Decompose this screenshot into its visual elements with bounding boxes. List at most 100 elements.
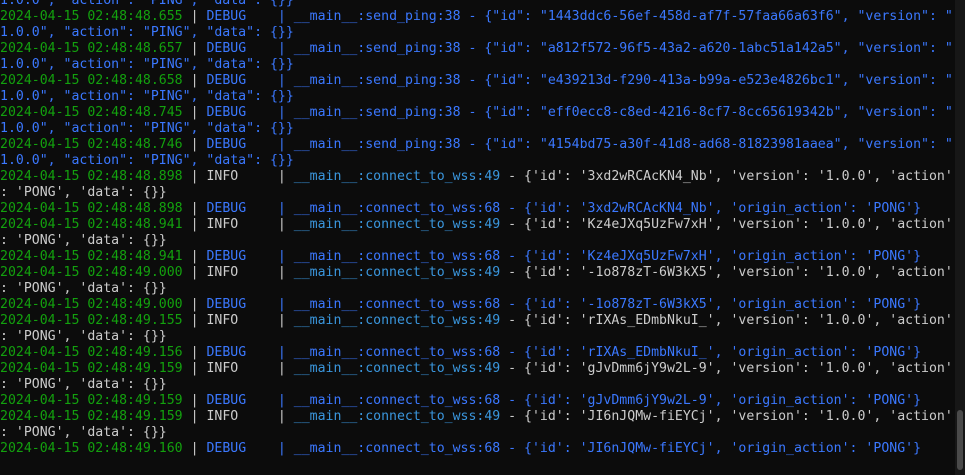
log-segment: 2024-04-15 02:48:49.160: [0, 441, 183, 456]
log-segment: 2024-04-15 02:48:48.658: [0, 73, 183, 88]
log-segment: - {'id': '-1o878zT-6W3kX5', 'version': '…: [500, 265, 953, 280]
log-segment: |: [182, 201, 207, 216]
log-segment: 2024-04-15 02:48:48.655: [0, 9, 183, 24]
log-line: 1.0.0", "action": "PING", "data": {}}: [0, 25, 955, 41]
log-segment: |: [182, 41, 207, 56]
log-segment: 2024-04-15 02:48:48.745: [0, 105, 183, 120]
log-segment: 2024-04-15 02:48:48.657: [0, 41, 183, 56]
log-segment: |: [182, 73, 207, 88]
log-segment: | INFO |: [182, 217, 294, 232]
log-segment: __main__:connect_to_wss:49: [293, 313, 501, 328]
log-segment: DEBUG | __main__:send_ping:38 - {"id": "…: [206, 73, 953, 88]
log-segment: 2024-04-15 02:48:48.898: [0, 201, 183, 216]
log-segment: 1.0.0", "action": "PING", "data": {}}: [0, 57, 294, 72]
log-segment: DEBUG | __main__:connect_to_wss:68 - {'i…: [206, 441, 922, 456]
log-segment: __main__:connect_to_wss:49: [293, 361, 501, 376]
log-segment: |: [182, 297, 207, 312]
log-line: 2024-04-15 02:48:49.160 | DEBUG | __main…: [0, 441, 955, 457]
log-segment: - {'id': 'JI6nJQMw-fiEYCj', 'version': '…: [500, 409, 953, 424]
log-line: : 'PONG', 'data': {}}: [0, 233, 955, 249]
log-segment: | INFO |: [182, 361, 294, 376]
log-line: 2024-04-15 02:48:48.657 | DEBUG | __main…: [0, 41, 955, 57]
log-line: : 'PONG', 'data': {}}: [0, 185, 955, 201]
log-segment: | INFO |: [182, 313, 294, 328]
log-segment: 1.0.0", "action": "PING", "data": {}}: [0, 0, 294, 8]
log-line: 2024-04-15 02:48:49.156 | DEBUG | __main…: [0, 345, 955, 361]
log-segment: DEBUG | __main__:connect_to_wss:68 - {'i…: [206, 345, 922, 360]
log-line: 1.0.0", "action": "PING", "data": {}}: [0, 57, 955, 73]
log-segment: : 'PONG', 'data': {}}: [0, 185, 167, 200]
log-line: 2024-04-15 02:48:49.159 | INFO | __main_…: [0, 409, 955, 425]
log-segment: DEBUG | __main__:send_ping:38 - {"id": "…: [206, 137, 953, 152]
vertical-scrollbar[interactable]: [955, 0, 965, 475]
log-segment: 2024-04-15 02:48:48.941: [0, 217, 183, 232]
log-segment: |: [182, 441, 207, 456]
log-segment: - {'id': 'rIXAs_EDmbNkuI_', 'version': '…: [500, 313, 953, 328]
log-segment: DEBUG | __main__:send_ping:38 - {"id": "…: [206, 41, 953, 56]
log-segment: __main__:connect_to_wss:49: [293, 409, 501, 424]
log-segment: : 'PONG', 'data': {}}: [0, 281, 167, 296]
log-segment: 1.0.0", "action": "PING", "data": {}}: [0, 89, 294, 104]
log-line: 1.0.0", "action": "PING", "data": {}}: [0, 121, 955, 137]
log-segment: 1.0.0", "action": "PING", "data": {}}: [0, 153, 294, 168]
log-line: 2024-04-15 02:48:48.941 | INFO | __main_…: [0, 217, 955, 233]
terminal-output[interactable]: 1.0.0", "action": "PING", "data": {}} 202…: [0, 0, 955, 468]
log-line: 2024-04-15 02:48:48.941 | DEBUG | __main…: [0, 249, 955, 265]
log-segment: - {'id': '3xd2wRCAcKN4_Nb', 'version': '…: [500, 169, 953, 184]
log-segment: 2024-04-15 02:48:49.159: [0, 393, 183, 408]
log-segment: 1.0.0", "action": "PING", "data": {}}: [0, 25, 294, 40]
log-segment: DEBUG | __main__:send_ping:38 - {"id": "…: [206, 105, 953, 120]
log-segment: : 'PONG', 'data': {}}: [0, 329, 167, 344]
log-segment: 2024-04-15 02:48:49.159: [0, 409, 183, 424]
log-segment: 2024-04-15 02:48:49.159: [0, 361, 183, 376]
log-segment: |: [182, 393, 207, 408]
log-line: : 'PONG', 'data': {}}: [0, 329, 955, 345]
log-line: 2024-04-15 02:48:49.000 | DEBUG | __main…: [0, 297, 955, 313]
log-segment: | INFO |: [182, 265, 294, 280]
log-line: 2024-04-15 02:48:48.658 | DEBUG | __main…: [0, 73, 955, 89]
log-segment: |: [182, 9, 207, 24]
log-segment: : 'PONG', 'data': {}}: [0, 377, 167, 392]
log-segment: : 'PONG', 'data': {}}: [0, 233, 167, 248]
scrollbar-thumb[interactable]: [957, 410, 963, 470]
log-segment: 2024-04-15 02:48:48.746: [0, 137, 183, 152]
log-line: 2024-04-15 02:48:49.000 | INFO | __main_…: [0, 265, 955, 281]
log-segment: 2024-04-15 02:48:49.156: [0, 345, 183, 360]
log-line: 2024-04-15 02:48:48.655 | DEBUG | __main…: [0, 9, 955, 25]
log-segment: - {'id': 'Kz4eJXq5UzFw7xH', 'version': '…: [500, 217, 953, 232]
log-segment: | INFO |: [182, 409, 294, 424]
log-line: 2024-04-15 02:48:49.155 | INFO | __main_…: [0, 313, 955, 329]
log-line: 2024-04-15 02:48:48.898 | DEBUG | __main…: [0, 201, 955, 217]
log-line: 2024-04-15 02:48:48.745 | DEBUG | __main…: [0, 105, 955, 121]
log-segment: |: [182, 345, 207, 360]
log-line: 2024-04-15 02:48:48.746 | DEBUG | __main…: [0, 137, 955, 153]
log-segment: | INFO |: [182, 169, 294, 184]
log-segment: |: [182, 249, 207, 264]
log-segment: |: [182, 137, 207, 152]
log-line: 1.0.0", "action": "PING", "data": {}}: [0, 0, 955, 9]
log-line: 2024-04-15 02:48:48.898 | INFO | __main_…: [0, 169, 955, 185]
log-segment: __main__:connect_to_wss:49: [293, 169, 501, 184]
log-segment: 2024-04-15 02:48:49.000: [0, 297, 183, 312]
log-line: : 'PONG', 'data': {}}: [0, 281, 955, 297]
log-segment: DEBUG | __main__:connect_to_wss:68 - {'i…: [206, 201, 922, 216]
log-line: : 'PONG', 'data': {}}: [0, 377, 955, 393]
log-segment: 2024-04-15 02:48:49.155: [0, 313, 183, 328]
log-segment: |: [182, 105, 207, 120]
log-line: 2024-04-15 02:48:49.159 | INFO | __main_…: [0, 361, 955, 377]
log-segment: 1.0.0", "action": "PING", "data": {}}: [0, 121, 294, 136]
log-segment: __main__:connect_to_wss:49: [293, 265, 501, 280]
log-segment: __main__:connect_to_wss:49: [293, 217, 501, 232]
log-segment: : 'PONG', 'data': {}}: [0, 425, 167, 440]
log-line: : 'PONG', 'data': {}}: [0, 425, 955, 441]
log-line: 1.0.0", "action": "PING", "data": {}}: [0, 153, 955, 169]
log-segment: DEBUG | __main__:send_ping:38 - {"id": "…: [206, 9, 953, 24]
log-segment: DEBUG | __main__:connect_to_wss:68 - {'i…: [206, 249, 922, 264]
log-segment: DEBUG | __main__:connect_to_wss:68 - {'i…: [206, 297, 922, 312]
log-segment: DEBUG | __main__:connect_to_wss:68 - {'i…: [206, 393, 922, 408]
log-line: 1.0.0", "action": "PING", "data": {}}: [0, 89, 955, 105]
log-segment: 2024-04-15 02:48:49.000: [0, 265, 183, 280]
log-segment: 2024-04-15 02:48:48.941: [0, 249, 183, 264]
log-segment: - {'id': 'gJvDmm6jY9w2L-9', 'version': '…: [500, 361, 953, 376]
log-segment: 2024-04-15 02:48:48.898: [0, 169, 183, 184]
